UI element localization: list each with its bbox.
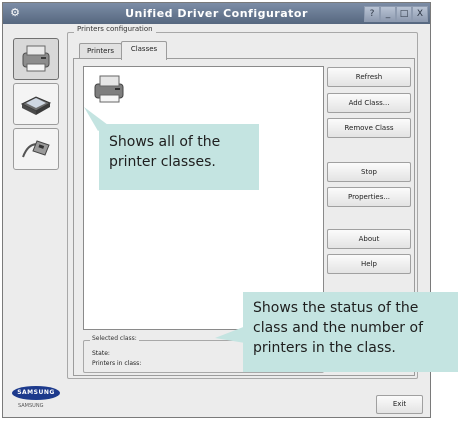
brand-subtext: SAMSUNG [18, 403, 44, 409]
refresh-button[interactable]: Refresh [327, 67, 411, 87]
state-label: State: [92, 350, 110, 357]
port-icon [22, 140, 50, 158]
title-bar[interactable]: ⚙ Unified Driver Configurator ? _ □ X [3, 3, 430, 24]
remove-class-button[interactable]: Remove Class [327, 118, 411, 138]
printer-icon [22, 45, 50, 72]
samsung-logo: SAMSUNG [12, 386, 60, 400]
close-button[interactable]: X [412, 6, 428, 22]
selected-class-label: Selected class: [90, 335, 139, 342]
group-label: Printers configuration [74, 25, 156, 33]
class-printer-icon[interactable] [91, 72, 129, 106]
exit-button[interactable]: Exit [376, 395, 423, 414]
sidebar-item-scanners[interactable] [13, 83, 59, 125]
sidebar-item-printers[interactable] [13, 38, 59, 80]
tab-printers[interactable]: Printers [79, 43, 122, 59]
about-button[interactable]: About [327, 229, 411, 249]
add-class-button[interactable]: Add Class... [327, 93, 411, 113]
callout-classes-text: Shows all of the printer classes. [109, 134, 221, 170]
minimize-button[interactable]: _ [380, 6, 396, 22]
callout-classes: Shows all of the printer classes. [99, 124, 259, 190]
properties-button[interactable]: Properties... [327, 187, 411, 207]
maximize-button[interactable]: □ [396, 6, 412, 22]
help-button[interactable]: Help [327, 254, 411, 274]
scanner-icon [20, 96, 52, 115]
printers-in-class-label: Printers in class: [92, 360, 142, 367]
sidebar-item-ports[interactable] [13, 128, 59, 170]
class-list[interactable] [83, 66, 324, 330]
stop-button[interactable]: Stop [327, 162, 411, 182]
help-window-button[interactable]: ? [364, 6, 380, 22]
callout-status: Shows the status of the class and the nu… [243, 292, 458, 372]
callout-status-text: Shows the status of the class and the nu… [253, 300, 424, 356]
tab-classes[interactable]: Classes [121, 41, 167, 60]
